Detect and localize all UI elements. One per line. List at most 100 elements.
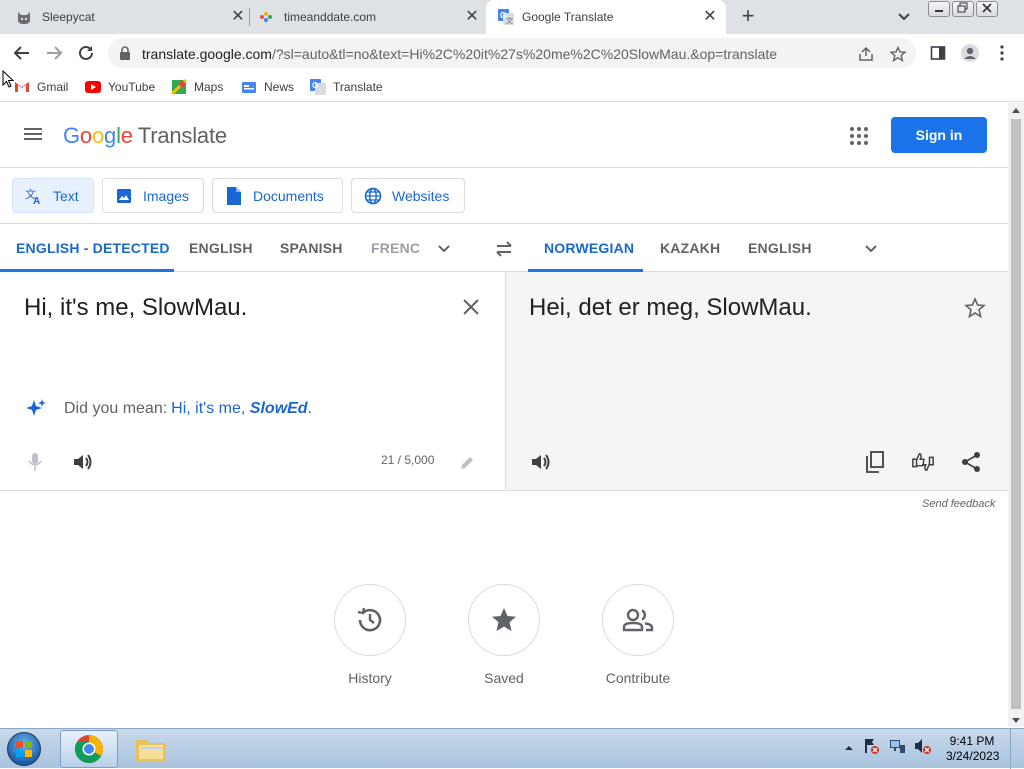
- reload-button[interactable]: [74, 41, 98, 65]
- url-text: translate.google.com/?sl=auto&tl=no&text…: [142, 46, 777, 62]
- speaker-icon[interactable]: [71, 450, 95, 474]
- tab-sleepycat[interactable]: Sleepycat ✕: [16, 0, 246, 34]
- contribute-button[interactable]: Contribute: [588, 584, 688, 686]
- taskbar-explorer[interactable]: [122, 730, 180, 768]
- language-bar: ENGLISH - DETECTED ENGLISH SPANISH FRENC…: [0, 224, 1008, 272]
- gmail-icon: [14, 79, 30, 95]
- mode-images-button[interactable]: Images: [102, 178, 204, 213]
- profile-button[interactable]: [958, 41, 982, 65]
- swap-languages-icon[interactable]: [492, 237, 516, 261]
- share-icon[interactable]: [959, 450, 983, 474]
- chevron-down-icon[interactable]: [862, 239, 880, 257]
- svg-text:A: A: [33, 196, 40, 205]
- mode-bar: 文A Text Images Documents Websites: [0, 168, 1008, 224]
- side-panel-button[interactable]: [926, 41, 950, 65]
- mode-text-button[interactable]: 文A Text: [12, 178, 94, 213]
- bookmark-maps[interactable]: Maps: [171, 77, 223, 97]
- save-star-icon[interactable]: [963, 296, 987, 320]
- tab-google-translate[interactable]: G文 Google Translate ✕: [486, 0, 726, 34]
- target-lang-norwegian[interactable]: NORWEGIAN: [544, 224, 634, 272]
- action-center-icon[interactable]: [862, 737, 880, 760]
- page-scrollbar[interactable]: [1008, 103, 1024, 727]
- news-icon: [241, 79, 257, 95]
- chevron-down-icon[interactable]: [895, 9, 913, 25]
- new-tab-button[interactable]: +: [737, 5, 759, 28]
- google-translate-logo[interactable]: Google Translate: [63, 123, 227, 149]
- chevron-down-icon[interactable]: [435, 239, 453, 257]
- volume-muted-icon[interactable]: [914, 737, 932, 760]
- suggestion-plain: Hi, it's me,: [171, 400, 250, 417]
- tab-timeanddate[interactable]: timeanddate.com ✕: [258, 0, 480, 34]
- forward-button[interactable]: [42, 41, 66, 65]
- taskbar-clock[interactable]: 9:41 PM 3/24/2023: [946, 734, 1000, 764]
- clock-time: 9:41 PM: [949, 734, 995, 748]
- source-text-input[interactable]: Hi, it's me, SlowMau.: [24, 294, 247, 322]
- suggestion-bold: SlowEd: [249, 400, 308, 417]
- window-close-button[interactable]: [976, 1, 998, 17]
- lock-icon[interactable]: [119, 46, 131, 65]
- microphone-icon[interactable]: [23, 450, 47, 474]
- reload-icon: [79, 45, 93, 60]
- clock-date: 3/24/2023: [946, 749, 1000, 763]
- copy-icon[interactable]: [863, 450, 887, 474]
- menu-icon[interactable]: [24, 125, 46, 143]
- target-lang-kazakh[interactable]: KAZAKH: [660, 224, 720, 272]
- source-lang-english[interactable]: ENGLISH: [189, 224, 253, 272]
- mode-documents-button[interactable]: Documents: [212, 178, 343, 213]
- chrome-icon: [74, 735, 103, 764]
- scroll-down-icon[interactable]: [1012, 718, 1020, 723]
- tab-title: Sleepycat: [42, 10, 95, 24]
- logo-letter: o: [79, 123, 92, 148]
- target-pane: Hei, det er meg, SlowMau.: [505, 272, 1008, 491]
- send-feedback-link[interactable]: Send feedback: [922, 498, 995, 510]
- bookmark-star-icon[interactable]: [889, 45, 907, 63]
- clear-source-icon[interactable]: [460, 296, 482, 318]
- image-icon: [115, 187, 133, 205]
- edit-pencil-icon[interactable]: [455, 451, 479, 475]
- speaker-icon[interactable]: [529, 450, 553, 474]
- saved-button[interactable]: Saved: [454, 584, 554, 686]
- sparkle-icon: [26, 399, 46, 416]
- history-button[interactable]: History: [320, 584, 420, 686]
- logo-letter: g: [104, 123, 117, 148]
- source-lang-spanish[interactable]: SPANISH: [280, 224, 343, 272]
- scroll-up-icon[interactable]: [1012, 108, 1020, 113]
- browser-menu-button[interactable]: [990, 41, 1014, 65]
- share-icon[interactable]: [857, 45, 875, 63]
- tab-title: Google Translate: [522, 10, 614, 24]
- source-lang-french[interactable]: FRENC: [371, 224, 420, 272]
- mode-label: Text: [53, 187, 79, 204]
- sign-in-button[interactable]: Sign in: [891, 117, 987, 153]
- suggestion-link[interactable]: Hi, it's me, SlowEd.: [171, 400, 312, 418]
- people-icon: [602, 584, 674, 656]
- start-button[interactable]: [2, 730, 46, 768]
- scroll-thumb[interactable]: [1011, 119, 1021, 709]
- bookmarks-bar: Gmail YouTube Maps News G Translate: [0, 72, 1024, 102]
- restore-button[interactable]: [952, 1, 974, 17]
- back-button[interactable]: [10, 41, 34, 65]
- target-lang-english[interactable]: ENGLISH: [748, 224, 812, 272]
- suggestion-end: .: [307, 400, 313, 417]
- address-bar[interactable]: translate.google.com/?sl=auto&tl=no&text…: [108, 38, 916, 68]
- apps-grid-icon[interactable]: [850, 127, 868, 145]
- show-desktop-button[interactable]: [1010, 729, 1024, 769]
- source-lang-detected[interactable]: ENGLISH - DETECTED: [16, 224, 170, 272]
- bookmark-gmail[interactable]: Gmail: [14, 77, 68, 97]
- network-icon[interactable]: [888, 737, 906, 760]
- profile-icon: [961, 44, 979, 62]
- taskbar-chrome[interactable]: [60, 730, 118, 768]
- bookmark-translate[interactable]: G Translate: [310, 77, 383, 97]
- minimize-button[interactable]: [928, 1, 950, 17]
- bookmark-news[interactable]: News: [241, 77, 294, 97]
- bottom-actions: History Saved Contribute: [0, 584, 1008, 686]
- rate-translation-icon[interactable]: [911, 450, 935, 474]
- tray-expand-icon[interactable]: [844, 740, 854, 758]
- star-icon: [468, 584, 540, 656]
- mouse-cursor-icon: [2, 69, 15, 93]
- close-icon[interactable]: ✕: [230, 9, 246, 25]
- close-icon[interactable]: ✕: [464, 9, 480, 25]
- mode-websites-button[interactable]: Websites: [351, 178, 465, 213]
- timeanddate-icon: [258, 9, 274, 25]
- close-icon[interactable]: ✕: [702, 9, 718, 25]
- bookmark-youtube[interactable]: YouTube: [85, 77, 155, 97]
